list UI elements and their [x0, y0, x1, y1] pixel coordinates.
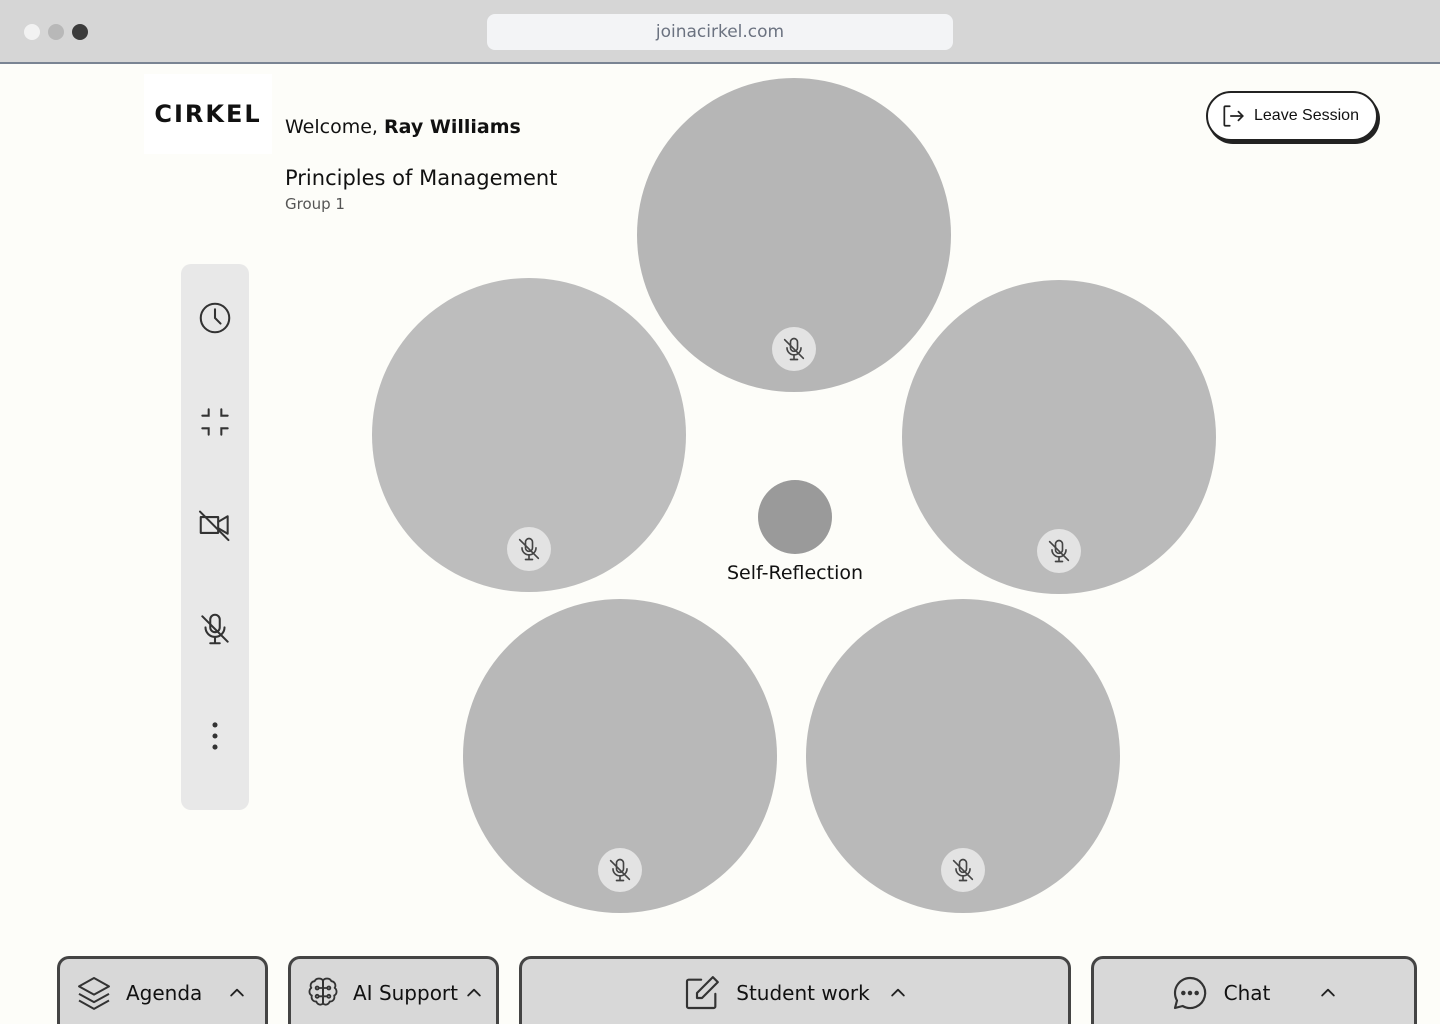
- layers-icon: [78, 976, 110, 1010]
- welcome-prefix: Welcome,: [285, 116, 384, 138]
- video-off-icon: [198, 510, 230, 542]
- browser-chrome: joinacirkel.com: [0, 0, 1440, 64]
- mic-off-icon: [783, 337, 805, 361]
- minimize-icon: [201, 408, 229, 436]
- timer-button[interactable]: [195, 298, 235, 338]
- course-title: Principles of Management: [285, 166, 558, 190]
- tab-student-work-label: Student work: [736, 980, 870, 1005]
- tab-ai-support-label: AI Support: [353, 980, 458, 1005]
- clock-icon: [199, 302, 231, 334]
- mic-off-icon: [201, 613, 229, 645]
- chevron-up-icon: [467, 988, 481, 996]
- mic-muted-badge: [772, 327, 816, 371]
- participant-tile[interactable]: [806, 599, 1120, 913]
- camera-toggle-button[interactable]: [195, 505, 235, 545]
- mic-muted-badge: [598, 848, 642, 892]
- mic-off-icon: [1048, 539, 1070, 563]
- chevron-up-icon: [230, 988, 244, 996]
- participant-tile[interactable]: [902, 280, 1216, 594]
- welcome-text: Welcome, Ray Williams: [285, 116, 521, 138]
- self-reflection-dot[interactable]: [758, 480, 832, 554]
- tab-student-work[interactable]: Student work: [519, 956, 1071, 1024]
- minimize-button[interactable]: [195, 402, 235, 442]
- chevron-up-icon: [891, 988, 905, 996]
- brain-icon: [308, 977, 338, 1006]
- tab-agenda-label: Agenda: [126, 980, 203, 1005]
- more-vertical-icon: [212, 722, 218, 750]
- participant-tile[interactable]: [463, 599, 777, 913]
- window-minimize-dot[interactable]: [48, 24, 64, 40]
- leave-session-button[interactable]: Leave Session: [1206, 91, 1378, 141]
- mic-muted-badge: [507, 527, 551, 571]
- tab-ai-support[interactable]: AI Support: [288, 956, 499, 1024]
- url-bar[interactable]: joinacirkel.com: [487, 14, 953, 50]
- window-close-dot[interactable]: [24, 24, 40, 40]
- edit-icon: [686, 975, 720, 1009]
- participant-tile[interactable]: [372, 278, 686, 592]
- group-label: Group 1: [285, 195, 345, 213]
- mic-off-icon: [952, 858, 974, 882]
- user-name: Ray Williams: [384, 116, 521, 138]
- self-reflection-label: Self-Reflection: [726, 562, 864, 584]
- mic-off-icon: [518, 537, 540, 561]
- leave-session-label: Leave Session: [1254, 107, 1359, 124]
- mic-muted-badge: [941, 848, 985, 892]
- chat-bubble-icon: [1173, 976, 1206, 1009]
- logout-icon: [1223, 105, 1244, 127]
- window-maximize-dot[interactable]: [72, 24, 88, 40]
- tab-chat[interactable]: Chat: [1091, 956, 1417, 1024]
- side-toolbar: [181, 264, 249, 810]
- more-options-button[interactable]: [195, 716, 235, 756]
- mic-toggle-button[interactable]: [195, 609, 235, 649]
- url-text: joinacirkel.com: [655, 22, 785, 42]
- tab-chat-label: Chat: [1223, 980, 1271, 1005]
- tab-agenda[interactable]: Agenda: [57, 956, 268, 1024]
- cirkel-logo: CIRKEL: [144, 74, 272, 154]
- chevron-up-icon: [1321, 988, 1336, 996]
- mic-muted-badge: [1037, 529, 1081, 573]
- participant-tile[interactable]: [637, 78, 951, 392]
- mic-off-icon: [609, 858, 631, 882]
